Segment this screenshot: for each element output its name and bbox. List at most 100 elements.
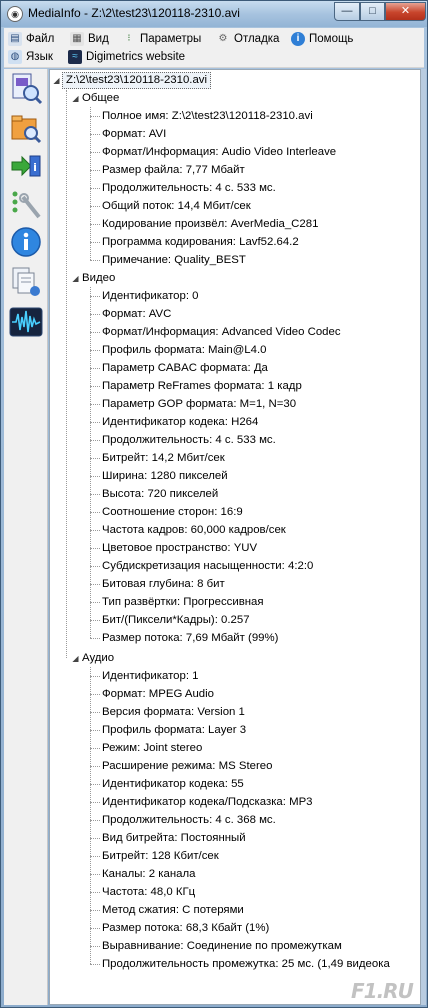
tree-item[interactable]: Профиль формата: Layer 3 xyxy=(102,721,246,739)
tree-item[interactable]: Продолжительность: 4 с. 533 мс. xyxy=(102,431,276,449)
tree-item[interactable]: Примечание: Quality_BEST xyxy=(102,251,246,269)
tree-section-video[interactable]: Видео xyxy=(82,269,115,287)
tree-item[interactable]: Бит/(Пиксели*Кадры): 0.257 xyxy=(102,611,250,629)
tree-item[interactable]: Выравнивание: Соединение по промежуткам xyxy=(102,937,342,955)
tree-item[interactable]: Размер файла: 7,77 Мбайт xyxy=(102,161,245,179)
tree-item[interactable]: Продолжительность: 4 с. 368 мс. xyxy=(102,811,276,829)
tree-connector xyxy=(90,116,100,117)
tree-item[interactable]: Полное имя: Z:\2\test23\120118-2310.avi xyxy=(102,107,313,125)
tree-connector xyxy=(90,766,100,767)
preferences-icon[interactable] xyxy=(9,187,43,221)
menu-file-label: Файл xyxy=(26,33,55,45)
tree-item[interactable]: Формат: AVC xyxy=(102,305,171,323)
menu-website[interactable]: ≈ Digimetrics website xyxy=(68,48,185,66)
menu-debug[interactable]: ⚙ Отладка xyxy=(216,30,280,48)
tree-connector xyxy=(90,530,100,531)
open-folder-icon[interactable] xyxy=(9,111,43,145)
tree-connector xyxy=(90,440,100,441)
tree-item[interactable]: Версия формата: Version 1 xyxy=(102,703,245,721)
menu-settings-label: Параметры xyxy=(140,33,202,45)
menu-language[interactable]: ◍ Язык xyxy=(8,48,53,66)
mediainfo-window: ◉ MediaInfo - Z:\2\test23\120118-2310.av… xyxy=(0,0,428,1008)
settings-icon: ⁝ xyxy=(127,33,131,44)
tree-item[interactable]: Идентификатор кодека/Подсказка: MP3 xyxy=(102,793,313,811)
website-icon: ≈ xyxy=(68,50,82,64)
tree-section-audio[interactable]: Аудио xyxy=(82,649,114,667)
minimize-button[interactable]: — xyxy=(334,2,360,21)
language-icon: ◍ xyxy=(8,50,22,64)
tree-item[interactable]: Каналы: 2 канала xyxy=(102,865,195,883)
tree-item[interactable]: Тип развёртки: Прогрессивная xyxy=(102,593,264,611)
tree-item[interactable]: Параметр ReFrames формата: 1 кадр xyxy=(102,377,302,395)
tree-item[interactable]: Параметр CABAC формата: Да xyxy=(102,359,268,377)
close-button[interactable]: ✕ xyxy=(385,2,426,21)
tree-item[interactable]: Вид битрейта: Постоянный xyxy=(102,829,246,847)
tree-item[interactable]: Расширение режима: MS Stereo xyxy=(102,757,272,775)
tree-root-file[interactable]: Z:\2\test23\120118-2310.avi xyxy=(62,72,212,89)
tree-item[interactable]: Метод сжатия: С потерями xyxy=(102,901,244,919)
tree-item[interactable]: Идентификатор: 0 xyxy=(102,287,199,305)
tree-item[interactable]: Идентификатор: 1 xyxy=(102,667,199,685)
tree-connector xyxy=(90,512,100,513)
tree-item[interactable]: Соотношение сторон: 16:9 xyxy=(102,503,243,521)
root-expander-icon[interactable]: ◢ xyxy=(52,76,61,85)
tree-item[interactable]: Формат: MPEG Audio xyxy=(102,685,214,703)
tree-connector xyxy=(90,620,100,621)
tree-connector xyxy=(90,856,100,857)
menu-file[interactable]: ▤ Файл xyxy=(8,30,54,48)
tree-item[interactable]: Режим: Joint stereo xyxy=(102,739,202,757)
file-list-icon[interactable] xyxy=(9,265,43,299)
tree-connector xyxy=(90,748,100,749)
tree-connector xyxy=(90,260,100,261)
tree-item[interactable]: Битрейт: 14,2 Мбит/сек xyxy=(102,449,225,467)
section-expander-icon[interactable]: ◢ xyxy=(71,654,80,663)
section-expander-icon[interactable]: ◢ xyxy=(71,274,80,283)
tree-item[interactable]: Параметр GOP формата: M=1, N=30 xyxy=(102,395,296,413)
menu-view[interactable]: ▦ Вид xyxy=(70,30,109,48)
tree-item[interactable]: Продолжительность: 4 с. 533 мс. xyxy=(102,179,276,197)
tree-connector xyxy=(90,694,100,695)
tree-item[interactable]: Размер потока: 7,69 Мбайт (99%) xyxy=(102,629,278,647)
tree-item[interactable]: Цветовое пространство: YUV xyxy=(102,539,257,557)
tree-item[interactable]: Частота кадров: 60,000 кадров/сек xyxy=(102,521,286,539)
about-icon[interactable] xyxy=(9,225,43,259)
tree-connector xyxy=(90,494,100,495)
open-file-icon[interactable] xyxy=(9,71,43,105)
menu-settings[interactable]: ⁝ Параметры xyxy=(122,30,201,48)
tree-item[interactable]: Программа кодирования: Lavf52.64.2 xyxy=(102,233,299,251)
tree-item[interactable]: Продолжительность промежутка: 25 мс. (1,… xyxy=(102,955,390,973)
tree-connector xyxy=(90,476,100,477)
tree-connector xyxy=(90,296,100,297)
tree-item[interactable]: Ширина: 1280 пикселей xyxy=(102,467,228,485)
tree-connector xyxy=(90,458,100,459)
tree-item[interactable]: Размер потока: 68,3 Кбайт (1%) xyxy=(102,919,269,937)
menu-help[interactable]: i Помощь xyxy=(291,30,353,48)
maximize-button[interactable]: □ xyxy=(360,2,385,21)
section-expander-icon[interactable]: ◢ xyxy=(71,94,80,103)
tree-connector xyxy=(90,224,100,225)
waveform-icon[interactable] xyxy=(9,305,43,339)
tree-item[interactable]: Кодирование произвёл: AverMedia_C281 xyxy=(102,215,318,233)
tree-item[interactable]: Профиль формата: Main@L4.0 xyxy=(102,341,266,359)
tree-item[interactable]: Формат: AVI xyxy=(102,125,166,143)
export-icon[interactable]: i xyxy=(9,149,43,183)
tree-connector xyxy=(90,820,100,821)
tree-item[interactable]: Формат/Информация: Audio Video Interleav… xyxy=(102,143,336,161)
tree-item[interactable]: Идентификатор кодека: 55 xyxy=(102,775,244,793)
tree-item[interactable]: Идентификатор кодека: H264 xyxy=(102,413,258,431)
title-bar[interactable]: ◉ MediaInfo - Z:\2\test23\120118-2310.av… xyxy=(1,1,427,27)
tree-item[interactable]: Формат/Информация: Advanced Video Codec xyxy=(102,323,341,341)
window-title: MediaInfo - Z:\2\test23\120118-2310.avi xyxy=(28,6,240,20)
tree-section-general[interactable]: Общее xyxy=(82,89,119,107)
tree-item[interactable]: Частота: 48,0 КГц xyxy=(102,883,195,901)
tree-connector xyxy=(90,170,100,171)
tree-item[interactable]: Битрейт: 128 Кбит/сек xyxy=(102,847,219,865)
info-tree[interactable]: ◢ Z:\2\test23\120118-2310.avi ◢ Общее Полн… xyxy=(49,69,421,1005)
tree-connector xyxy=(90,964,100,965)
tree-connector xyxy=(90,404,100,405)
tree-item[interactable]: Субдискретизация насыщенности: 4:2:0 xyxy=(102,557,313,575)
tree-item[interactable]: Общий поток: 14,4 Мбит/сек xyxy=(102,197,251,215)
tree-item[interactable]: Битовая глубина: 8 бит xyxy=(102,575,225,593)
tree-item[interactable]: Высота: 720 пикселей xyxy=(102,485,218,503)
tree-connector xyxy=(90,838,100,839)
